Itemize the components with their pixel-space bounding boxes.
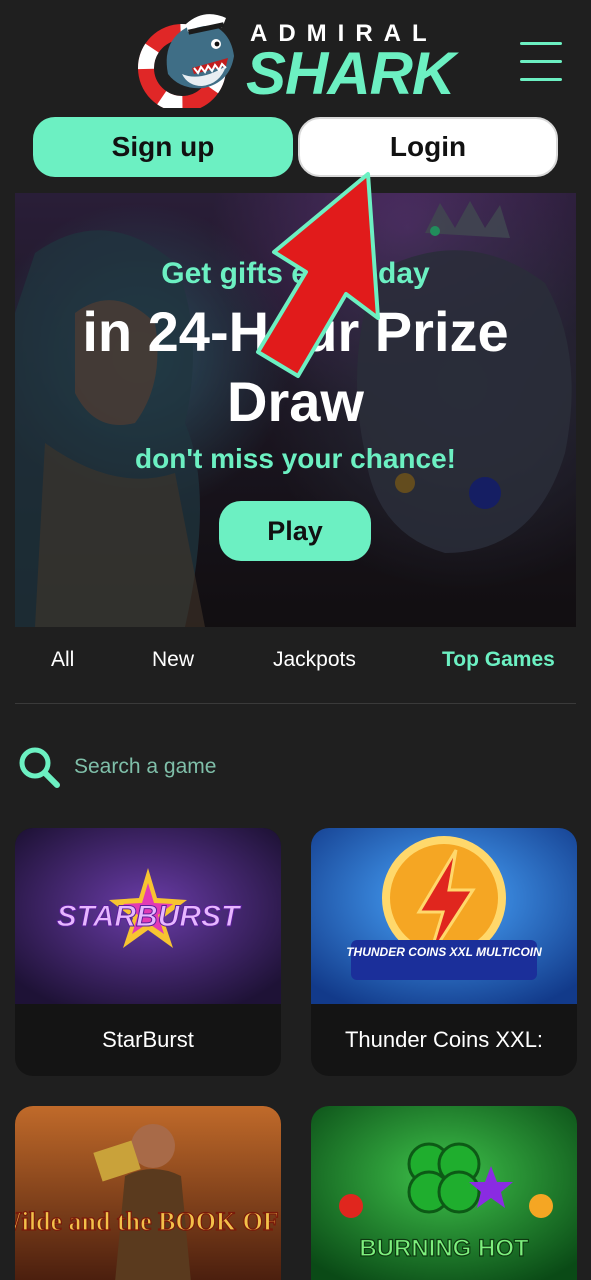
tab-all[interactable]: All bbox=[51, 648, 74, 672]
menu-line bbox=[520, 60, 562, 63]
game-card-thunder-coins[interactable]: THUNDER COINS XXL MULTICOIN Thunder Coin… bbox=[311, 828, 577, 1076]
starburst-logo-text: STARBURST bbox=[57, 900, 242, 933]
banner-tagline: don't miss your chance! bbox=[135, 443, 456, 474]
tab-top-games[interactable]: Top Games bbox=[442, 648, 555, 672]
game-category-tabs: All New Jackpots Top Games bbox=[0, 648, 591, 688]
red-arrow-icon bbox=[256, 172, 380, 378]
game-title: Thunder Coins XXL: bbox=[344, 1027, 544, 1052]
burning-hot-logo-text: BURNING HOT bbox=[359, 1235, 529, 1262]
search-icon[interactable] bbox=[17, 745, 61, 789]
hamburger-menu-icon[interactable] bbox=[520, 42, 562, 86]
game-card-starburst[interactable]: STARBURST StarBurst bbox=[15, 828, 281, 1076]
menu-line bbox=[520, 78, 562, 81]
game-card-book-of-dead[interactable]: Rich Wilde and the BOOK OF DEAD bbox=[15, 1106, 281, 1280]
play-button[interactable]: Play bbox=[219, 501, 371, 561]
admiral-shark-logo[interactable]: ADMIRAL SHARK bbox=[130, 4, 470, 108]
book-of-dead-thumbnail: Rich Wilde and the BOOK OF DEAD bbox=[15, 1106, 281, 1280]
tabs-divider bbox=[15, 703, 576, 704]
header: ADMIRAL SHARK bbox=[0, 0, 591, 112]
thunder-coins-logo-text: THUNDER COINS XXL MULTICOIN bbox=[346, 945, 542, 959]
thunder-coins-thumbnail: THUNDER COINS XXL MULTICOIN bbox=[311, 828, 577, 1004]
search-input[interactable] bbox=[72, 748, 556, 786]
starburst-thumbnail: STARBURST bbox=[15, 828, 281, 1004]
shark-mascot-icon bbox=[138, 14, 234, 108]
logo-wordmark-main: SHARK bbox=[246, 40, 455, 107]
tab-jackpots[interactable]: Jackpots bbox=[273, 648, 356, 672]
game-card-burning-hot[interactable]: BURNING HOT bbox=[311, 1106, 577, 1280]
burning-hot-thumbnail: BURNING HOT bbox=[311, 1106, 577, 1280]
book-of-dead-logo-text: Rich Wilde and the BOOK OF DEAD bbox=[15, 1207, 281, 1236]
tab-new[interactable]: New bbox=[152, 648, 194, 672]
menu-line bbox=[520, 42, 562, 45]
game-title: StarBurst bbox=[102, 1027, 194, 1052]
